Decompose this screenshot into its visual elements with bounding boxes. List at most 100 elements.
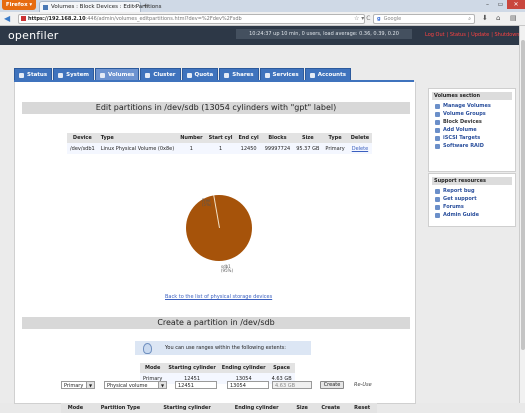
sidebar-item-forums[interactable]: Forums <box>435 203 515 211</box>
sidebar-item-report-bug[interactable]: Report bug <box>435 187 515 195</box>
sidebar-item-iscsi-targets[interactable]: iSCSI Targets <box>435 134 515 142</box>
col-device: Device <box>67 133 98 143</box>
app-header: openfiler 10:24:37 up 10 min, 0 users, l… <box>0 26 519 45</box>
url-host: https://192.168.2.10 <box>28 16 86 22</box>
form-header-row: Mode Partition Type Starting cylinder En… <box>61 403 377 413</box>
status-icon <box>19 72 24 78</box>
services-icon <box>264 72 270 78</box>
col-number: Number <box>177 133 206 143</box>
back-to-devices-link[interactable]: Back to the list of physical storage dev… <box>165 294 272 300</box>
form-col-size: Size <box>290 403 315 413</box>
sidebar-item-manage-volumes[interactable]: Manage Volumes <box>435 102 515 110</box>
volumes-section-title: Volumes section <box>432 92 512 100</box>
cluster-icon <box>145 72 151 78</box>
logout-link[interactable]: Log Out <box>425 32 445 38</box>
minimize-button[interactable]: – <box>481 0 494 9</box>
uptime-status: 10:24:37 up 10 min, 0 users, load averag… <box>236 29 412 39</box>
quota-icon <box>186 72 192 78</box>
col-end-cyl: End cyl <box>235 133 262 143</box>
browser-nav-bar: ◀ https://192.168.2.10:446/admin/volumes… <box>0 12 525 26</box>
starting-cylinder-input[interactable]: 12451 <box>175 381 217 389</box>
cell-number: 1 <box>177 143 206 154</box>
create-form-header: Mode Partition Type Starting cylinder En… <box>61 403 377 413</box>
bookmarks-menu-icon[interactable]: ▤ <box>510 14 517 23</box>
url-path: :446/admin/volumes_editpartitions.html?d… <box>85 16 242 22</box>
chevron-down-icon: ▼ <box>158 382 166 388</box>
back-arrow-icon[interactable]: ◀ <box>4 14 10 23</box>
status-link[interactable]: Status <box>450 32 466 38</box>
shares-icon <box>224 72 230 78</box>
cell-part-type: Primary <box>322 143 348 154</box>
sidebar-item-software-raid[interactable]: Software RAID <box>435 142 515 150</box>
iscsi-targets-icon <box>435 135 440 141</box>
search-placeholder: Google <box>383 16 402 22</box>
forums-icon <box>435 204 440 210</box>
cell-end-cyl: 12450 <box>235 143 262 154</box>
tab-close-icon[interactable]: × <box>132 2 137 12</box>
support-resources-title: Support resources <box>432 177 512 185</box>
close-window-button[interactable]: ✕ <box>507 0 525 9</box>
support-resources-list: Report bug Get support Forums Admin Guid… <box>435 187 515 219</box>
guide-icon <box>435 212 440 218</box>
sidebar-item-admin-guide[interactable]: Admin Guide <box>435 211 515 219</box>
page-scrollbar[interactable] <box>519 26 525 403</box>
google-icon: g <box>377 16 381 22</box>
search-input[interactable]: g Google ⌕ <box>373 14 475 24</box>
shutdown-link[interactable]: Shutdown <box>494 32 519 38</box>
cell-device: /dev/sdb1 <box>67 143 98 154</box>
main-tabs: Status System Volumes Cluster Quota Shar… <box>14 68 352 81</box>
bookmark-star-icon[interactable]: ☆ ▾ C <box>354 14 370 23</box>
firefox-menu-button[interactable]: Firefox ▾ <box>2 0 36 10</box>
pie-label-free: Free (5%) <box>202 198 212 207</box>
form-col-partition-type: Partition Type <box>89 403 152 413</box>
edit-partitions-title: Edit partitions in /dev/sdb (13054 cylin… <box>22 102 410 114</box>
partition-type-select[interactable]: Physical volume ▼ <box>104 381 167 389</box>
delete-partition-link[interactable]: Delete <box>352 146 368 152</box>
window-controls: – ▭ ✕ <box>481 0 525 9</box>
sidebar-item-add-volume[interactable]: Add Volume <box>435 126 515 134</box>
form-col-start: Starting cylinder <box>151 403 224 413</box>
new-tab-button[interactable]: + <box>143 2 149 11</box>
top-links: Log Out | Status | Update | Shutdown <box>425 32 520 38</box>
scrollbar-thumb[interactable] <box>521 40 525 350</box>
block-devices-icon <box>435 119 440 125</box>
col-part-type: Type <box>322 133 348 143</box>
openfiler-logo: openfiler <box>8 29 59 42</box>
form-col-create: Create <box>314 403 348 413</box>
accounts-icon <box>309 72 315 78</box>
partition-type-value: Physical volume <box>107 383 148 389</box>
volumes-section-box: Volumes section Manage Volumes Volume Gr… <box>428 88 516 172</box>
pie-label-sdb1: sdb1 (95%) <box>221 264 234 273</box>
ext-col-mode: Mode <box>140 363 166 373</box>
ext-col-space: Space <box>268 363 295 373</box>
create-button[interactable]: Create <box>320 381 344 389</box>
maximize-button[interactable]: ▭ <box>494 0 507 9</box>
sidebar-item-get-support[interactable]: Get support <box>435 195 515 203</box>
sidebar-item-block-devices[interactable]: Block Devices <box>435 118 515 126</box>
address-bar[interactable]: https://192.168.2.10:446/admin/volumes_e… <box>18 14 365 24</box>
support-resources-box: Support resources Report bug Get support… <box>428 173 516 227</box>
form-col-reset: Reset <box>347 403 377 413</box>
partitions-table: Device Type Number Start cyl End cyl Blo… <box>67 133 373 154</box>
table-row: /dev/sdb1 Linux Physical Volume (0x8e) 1… <box>67 143 373 154</box>
partition-pie-chart <box>186 195 252 261</box>
home-icon[interactable]: ⌂ <box>496 14 500 23</box>
update-link[interactable]: Update <box>471 32 489 38</box>
sidebar-item-volume-groups[interactable]: Volume Groups <box>435 110 515 118</box>
mode-select-value: Primary <box>64 383 84 389</box>
col-blocks: Blocks <box>261 133 294 143</box>
manage-volumes-icon <box>435 103 440 109</box>
downloads-icon[interactable]: ⬇ <box>482 14 488 23</box>
ending-cylinder-input[interactable]: 13054 <box>227 381 269 389</box>
cell-blocks: 99997724 <box>261 143 294 154</box>
form-col-mode: Mode <box>61 403 90 413</box>
volume-groups-icon <box>435 111 440 117</box>
extents-info-box: You can use ranges within the following … <box>135 341 311 355</box>
reset-button[interactable]: Re-Use <box>354 382 372 388</box>
search-icon[interactable]: ⌕ <box>468 15 471 23</box>
main-content: Edit partitions in /dev/sdb (13054 cylin… <box>14 82 416 413</box>
lightbulb-icon <box>143 343 152 354</box>
mode-select[interactable]: Primary ▼ <box>61 381 95 389</box>
page-body: Status System Volumes Cluster Quota Shar… <box>0 45 519 413</box>
cell-delete: Delete <box>347 143 373 154</box>
